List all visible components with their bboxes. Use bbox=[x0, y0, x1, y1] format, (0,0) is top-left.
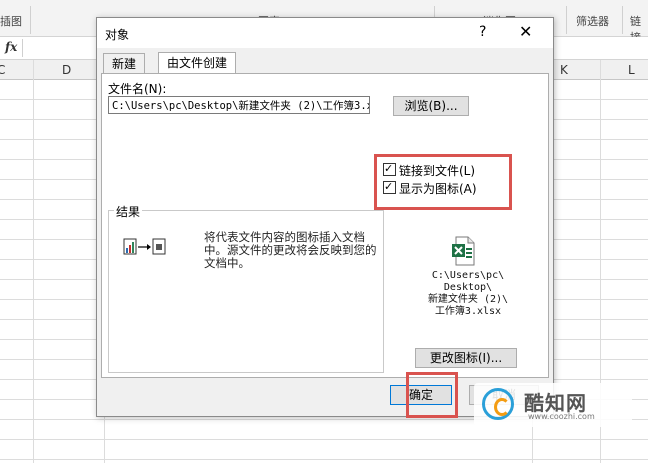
column-header-c[interactable]: C bbox=[0, 63, 5, 77]
ribbon-illustrations-label[interactable]: 插图 bbox=[0, 13, 22, 29]
fx-icon[interactable]: fx bbox=[5, 40, 17, 54]
ribbon-separator bbox=[622, 6, 623, 34]
change-icon-button[interactable]: 更改图标(I)... bbox=[415, 348, 517, 368]
create-from-file-panel: 文件名(N): C:\Users\pc\Desktop\新建文件夹 (2)\工作… bbox=[101, 73, 549, 378]
highlight-checkboxes bbox=[374, 154, 512, 210]
result-description: 将代表文件内容的图标插入文档中。源文件的更改将会反映到您的文档中。 bbox=[204, 230, 377, 270]
caption-line: C:\Users\pc\ bbox=[431, 270, 505, 281]
ribbon-separator bbox=[30, 6, 31, 34]
ribbon-separator bbox=[566, 6, 567, 34]
coozhi-logo-icon bbox=[482, 388, 514, 420]
result-title: 结果 bbox=[114, 203, 143, 220]
tab-new[interactable]: 新建 bbox=[103, 53, 146, 74]
filename-field[interactable]: C:\Users\pc\Desktop\新建文件夹 (2)\工作簿3.x bbox=[108, 96, 370, 114]
column-header-k[interactable]: K bbox=[560, 63, 568, 77]
file-icon-caption: C:\Users\pc\ Desktop\ 新建文件夹 (2)\ 工作簿3.xl… bbox=[416, 270, 520, 318]
formula-separator bbox=[22, 39, 23, 57]
dialog-title: 对象 bbox=[105, 28, 130, 42]
embed-diagram-icon bbox=[123, 237, 167, 260]
excel-file-icon bbox=[452, 236, 476, 269]
close-button[interactable]: ✕ bbox=[519, 22, 532, 41]
dialog-titlebar[interactable]: 对象 ? ✕ bbox=[97, 18, 553, 48]
filename-label: 文件名(N): bbox=[108, 82, 167, 96]
ribbon-filter-label[interactable]: 筛选器 bbox=[576, 13, 609, 29]
watermark-url: www.coozhi.com bbox=[528, 412, 595, 421]
highlight-ok-button bbox=[406, 372, 458, 418]
object-dialog: 对象 ? ✕ 新建 由文件创建 文件名(N): C:\Users\pc\Desk… bbox=[96, 17, 554, 417]
column-header-d[interactable]: D bbox=[62, 63, 71, 77]
caption-line: Desktop\ bbox=[443, 282, 493, 293]
grid-column-line bbox=[33, 60, 34, 463]
help-button[interactable]: ? bbox=[479, 24, 486, 40]
column-header-l[interactable]: L bbox=[628, 63, 635, 77]
watermark: 酷知网 www.coozhi.com bbox=[474, 383, 632, 427]
browse-button[interactable]: 浏览(B)... bbox=[393, 96, 469, 116]
caption-line: 工作簿3.xlsx bbox=[434, 306, 502, 317]
tab-create-from-file[interactable]: 由文件创建 bbox=[158, 52, 237, 75]
result-group: 结果 将代表文件内容的图标插入文档中。源文件的更改将会反映到您的文档中。 bbox=[108, 203, 384, 373]
caption-line: 新建文件夹 (2)\ bbox=[427, 294, 509, 305]
